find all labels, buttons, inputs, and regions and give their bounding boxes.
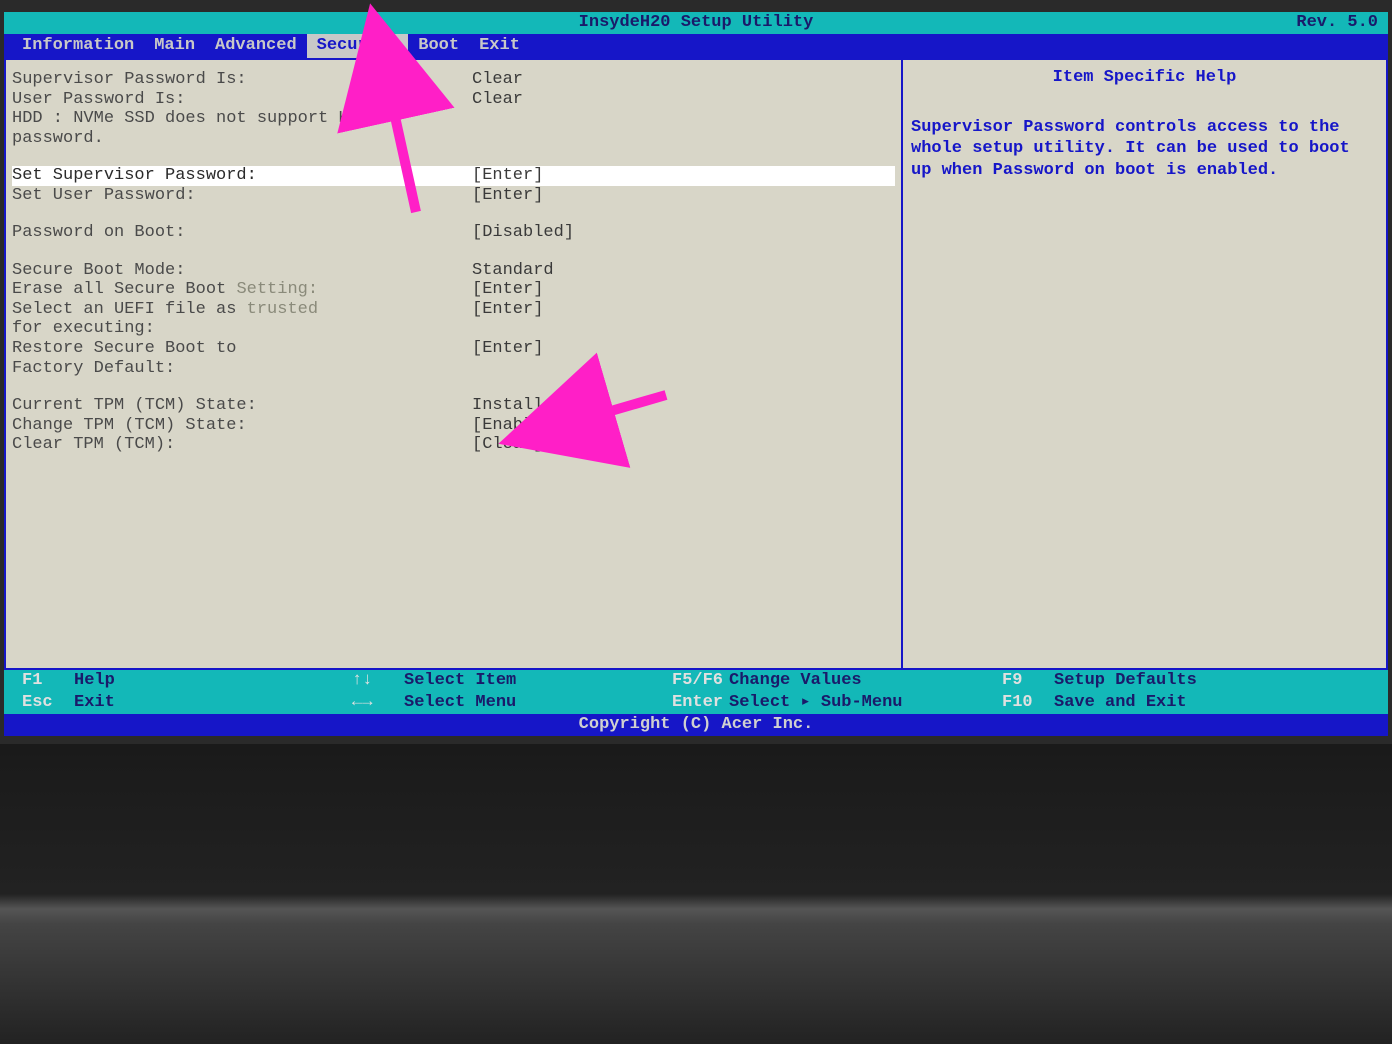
restore-sb-label1: Restore Secure Boot to bbox=[12, 339, 472, 359]
hdd-note-row2: password. bbox=[12, 129, 895, 149]
change-tpm-row[interactable]: Change TPM (TCM) State: [Enabled] bbox=[12, 416, 895, 436]
supervisor-pw-value: Clear bbox=[472, 70, 523, 90]
title-bar: InsydeH20 Setup Utility Rev. 5.0 bbox=[4, 12, 1388, 34]
user-pw-value: Clear bbox=[472, 90, 523, 110]
help-body: Supervisor Password controls access to t… bbox=[911, 117, 1378, 181]
change-tpm-value: [Enabled] bbox=[472, 416, 564, 436]
set-supervisor-row[interactable]: Set Supervisor Password: [Enter] bbox=[12, 166, 895, 186]
supervisor-pw-label: Supervisor Password Is: bbox=[12, 70, 472, 90]
uefi-trusted-row1[interactable]: Select an UEFI file as trusted [Enter] bbox=[12, 300, 895, 320]
restore-sb-value: [Enter] bbox=[472, 339, 543, 359]
label-exit: Exit bbox=[74, 692, 304, 714]
label-save-exit: Save and Exit bbox=[1054, 692, 1284, 714]
set-supervisor-value: [Enter] bbox=[472, 166, 543, 186]
help-pane: Item Specific Help Supervisor Password c… bbox=[902, 58, 1388, 670]
set-user-value: [Enter] bbox=[472, 186, 543, 206]
hdd-note-line1: HDD : NVMe SSD does not support HDD bbox=[12, 109, 472, 129]
help-title: Item Specific Help bbox=[911, 68, 1378, 87]
set-user-label: Set User Password: bbox=[12, 186, 472, 206]
label-select-item: Select Item bbox=[404, 670, 634, 692]
label-submenu: Select ▸ Sub-Menu bbox=[729, 692, 959, 714]
secure-boot-mode-row[interactable]: Secure Boot Mode: Standard bbox=[12, 261, 895, 281]
hdd-note-line2: password. bbox=[12, 129, 472, 149]
restore-sb-label2: Factory Default: bbox=[12, 359, 472, 379]
pw-on-boot-label: Password on Boot: bbox=[12, 223, 472, 243]
menu-bar: Information Main Advanced Security Boot … bbox=[4, 34, 1388, 58]
erase-sb-row[interactable]: Erase all Secure Boot Setting: [Enter] bbox=[12, 280, 895, 300]
key-enter: Enter bbox=[654, 692, 729, 714]
app-title: InsydeH20 Setup Utility bbox=[579, 13, 814, 32]
tab-advanced[interactable]: Advanced bbox=[205, 34, 307, 58]
set-supervisor-label: Set Supervisor Password: bbox=[12, 166, 472, 186]
hdd-note-row1: HDD : NVMe SSD does not support HDD bbox=[12, 109, 895, 129]
clear-tpm-value: [Clear] bbox=[472, 435, 543, 455]
user-pw-row: User Password Is: Clear bbox=[12, 90, 895, 110]
uefi-trusted-label1: Select an UEFI file as bbox=[12, 300, 247, 319]
erase-sb-value: [Enter] bbox=[472, 280, 543, 300]
bios-screen: InsydeH20 Setup Utility Rev. 5.0 Informa… bbox=[4, 12, 1388, 736]
revision-label: Rev. 5.0 bbox=[1296, 12, 1378, 34]
main-pane: Supervisor Password Is: Clear User Passw… bbox=[4, 58, 902, 670]
restore-sb-row2: Factory Default: bbox=[12, 359, 895, 379]
label-select-menu: Select Menu bbox=[404, 692, 634, 714]
monitor-bezel bbox=[0, 744, 1392, 1044]
tpm-state-label: Current TPM (TCM) State: bbox=[12, 396, 472, 416]
erase-sb-gray: Setting: bbox=[236, 280, 318, 299]
key-esc: Esc bbox=[4, 692, 74, 714]
copyright-bar: Copyright (C) Acer Inc. bbox=[4, 714, 1388, 736]
tab-main[interactable]: Main bbox=[144, 34, 205, 58]
clear-tpm-label: Clear TPM (TCM): bbox=[12, 435, 472, 455]
uefi-trusted-value: [Enter] bbox=[472, 300, 543, 320]
secure-boot-mode-value: Standard bbox=[472, 261, 554, 281]
tpm-state-value: Installed bbox=[472, 396, 564, 416]
supervisor-pw-row: Supervisor Password Is: Clear bbox=[12, 70, 895, 90]
key-f5f6: F5/F6 bbox=[654, 670, 729, 692]
label-help: Help bbox=[74, 670, 304, 692]
uefi-trusted-row2: for executing: bbox=[12, 319, 895, 339]
uefi-trusted-label2: for executing: bbox=[12, 319, 472, 339]
tab-boot[interactable]: Boot bbox=[408, 34, 469, 58]
label-change-values: Change Values bbox=[729, 670, 959, 692]
tpm-state-row: Current TPM (TCM) State: Installed bbox=[12, 396, 895, 416]
erase-sb-label: Erase all Secure Boot bbox=[12, 280, 236, 299]
label-setup-defaults: Setup Defaults bbox=[1054, 670, 1284, 692]
uefi-trusted-gray: trusted bbox=[247, 300, 318, 319]
key-updown: ↑↓ bbox=[334, 670, 404, 692]
key-f10: F10 bbox=[984, 692, 1054, 714]
key-leftright: ←→ bbox=[334, 692, 404, 714]
clear-tpm-row[interactable]: Clear TPM (TCM): [Clear] bbox=[12, 435, 895, 455]
pw-on-boot-value: [Disabled] bbox=[472, 223, 574, 243]
key-f9: F9 bbox=[984, 670, 1054, 692]
tab-security[interactable]: Security bbox=[307, 34, 409, 58]
tab-information[interactable]: Information bbox=[12, 34, 144, 58]
body-area: Supervisor Password Is: Clear User Passw… bbox=[4, 58, 1388, 670]
footer-bar: F1 Help ↑↓ Select Item F5/F6 Change Valu… bbox=[4, 670, 1388, 714]
set-user-row[interactable]: Set User Password: [Enter] bbox=[12, 186, 895, 206]
secure-boot-mode-label: Secure Boot Mode: bbox=[12, 261, 472, 281]
user-pw-label: User Password Is: bbox=[12, 90, 472, 110]
pw-on-boot-row[interactable]: Password on Boot: [Disabled] bbox=[12, 223, 895, 243]
change-tpm-label: Change TPM (TCM) State: bbox=[12, 416, 472, 436]
restore-sb-row1[interactable]: Restore Secure Boot to [Enter] bbox=[12, 339, 895, 359]
key-f1: F1 bbox=[4, 670, 74, 692]
tab-exit[interactable]: Exit bbox=[469, 34, 530, 58]
